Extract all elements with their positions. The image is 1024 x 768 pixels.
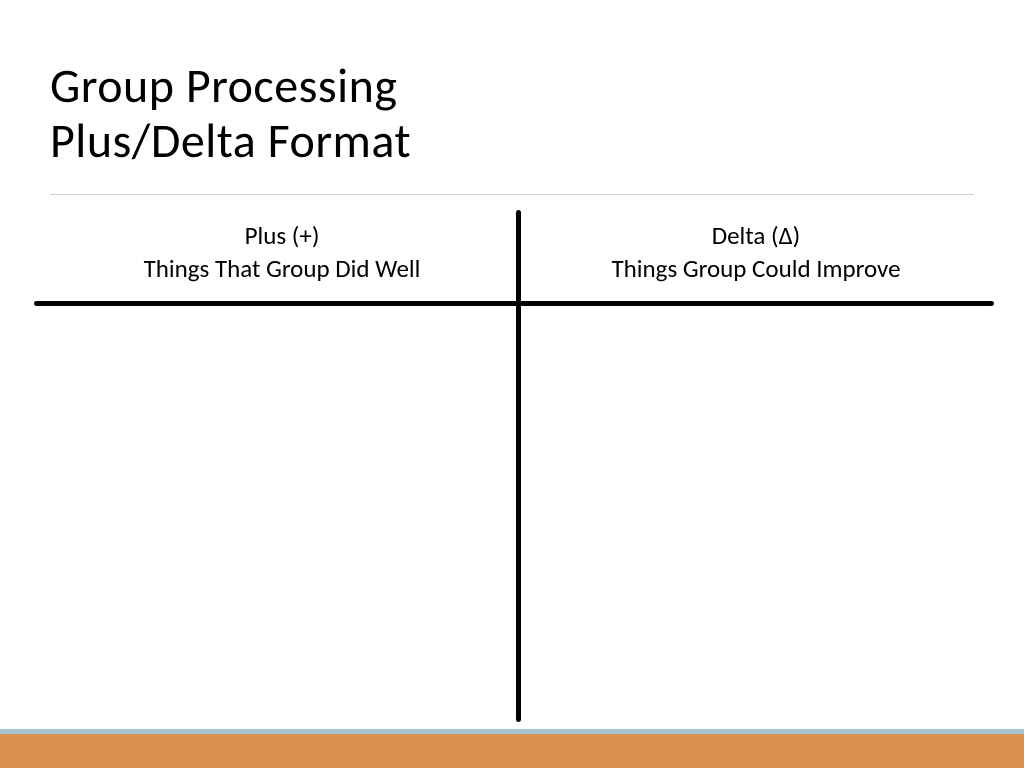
delta-header-line1: Delta (∆) [526, 220, 986, 253]
t-chart-vertical-line [516, 210, 521, 722]
slide: Group Processing Plus/Delta Format Plus … [0, 0, 1024, 768]
title-divider [50, 194, 974, 195]
delta-header-line2: Things Group Could Improve [526, 253, 986, 286]
slide-title-area: Group Processing Plus/Delta Format [0, 0, 1024, 186]
t-chart-horizontal-line [34, 301, 994, 306]
title-line1: Group Processing [50, 58, 974, 113]
title-line2: Plus/Delta Format [50, 113, 974, 168]
t-chart: Plus (+) Things That Group Did Well Delt… [34, 202, 994, 720]
delta-column-header: Delta (∆) Things Group Could Improve [526, 220, 986, 285]
footer-accent-orange [0, 734, 1024, 768]
plus-header-line2: Things That Group Did Well [52, 253, 512, 286]
plus-column-header: Plus (+) Things That Group Did Well [52, 220, 512, 285]
plus-header-line1: Plus (+) [52, 220, 512, 253]
